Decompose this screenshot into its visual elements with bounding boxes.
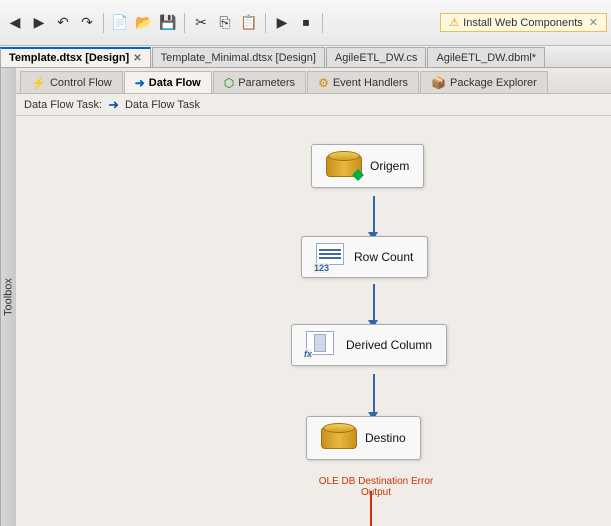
undo-button[interactable]: ↶ (52, 12, 74, 34)
tab-event-handlers[interactable]: ⚙ Event Handlers (307, 71, 419, 93)
design-area: ⚡ Control Flow ➜ Data Flow ⬡ Parameters … (16, 68, 611, 526)
tab-label: Event Handlers (333, 77, 408, 89)
toolbox-label: Toolbox (3, 278, 15, 316)
install-webcomponents-banner[interactable]: ⚠ Install Web Components ✕ (440, 13, 607, 32)
design-tab-bar: ⚡ Control Flow ➜ Data Flow ⬡ Parameters … (16, 68, 611, 94)
node-destino[interactable]: Destino (306, 416, 421, 460)
control-flow-icon: ⚡ (31, 76, 46, 90)
rowcount-label: Row Count (354, 250, 413, 264)
file-tab-bar: Template.dtsx [Design] ✕ Template_Minima… (0, 46, 611, 68)
sep1 (103, 13, 104, 33)
rowcount-icon: 123 (316, 243, 346, 271)
forward-button[interactable]: ▶ (28, 12, 50, 34)
tab-package-explorer[interactable]: 📦 Package Explorer (420, 71, 548, 93)
origem-box[interactable]: Origem (311, 144, 424, 188)
file-tab-agile-cs[interactable]: AgileETL_DW.cs (326, 47, 427, 67)
file-tab-label: Template_Minimal.dtsx [Design] (161, 52, 316, 64)
destino-box[interactable]: Destino (306, 416, 421, 460)
breadcrumb-prefix: Data Flow Task: (24, 99, 102, 111)
tab-label: Data Flow (149, 77, 201, 89)
close-icon[interactable]: ✕ (589, 16, 598, 29)
package-explorer-icon: 📦 (431, 76, 446, 90)
close-icon[interactable]: ✕ (133, 53, 141, 64)
sep3 (265, 13, 266, 33)
derived-box[interactable]: fx Derived Column (291, 324, 447, 366)
node-origem[interactable]: Origem (311, 144, 424, 188)
node-derived-column[interactable]: fx Derived Column (291, 324, 447, 366)
file-tab-agile-dbml[interactable]: AgileETL_DW.dbml* (427, 47, 545, 67)
file-tab-template-minimal[interactable]: Template_Minimal.dtsx [Design] (152, 47, 325, 67)
arrow-destino-errorcount (356, 491, 386, 526)
dataflow-task-icon: ➜ (108, 97, 119, 113)
arrow-origem-rowcount (373, 196, 375, 234)
tab-parameters[interactable]: ⬡ Parameters (213, 71, 306, 93)
toolbar: ◀ ▶ ↶ ↷ 📄 📂 💾 ✂ ⎘ 📋 ▶ ⏹ ⚠ Install Web Co… (0, 0, 611, 46)
file-tab-label: AgileETL_DW.dbml* (436, 52, 536, 64)
event-handlers-icon: ⚙ (318, 76, 329, 90)
derived-column-icon: fx (306, 331, 338, 359)
save-button[interactable]: 💾 (157, 12, 179, 34)
redo-button[interactable]: ↷ (76, 12, 98, 34)
arrow-derived-destino (373, 374, 375, 414)
node-rowcount[interactable]: 123 Row Count (301, 236, 428, 278)
run-button[interactable]: ▶ (271, 12, 293, 34)
tab-data-flow[interactable]: ➜ Data Flow (124, 71, 212, 93)
design-canvas[interactable]: Origem 123 Row Count (16, 116, 611, 526)
sep2 (184, 13, 185, 33)
breadcrumb-bar: Data Flow Task: ➜ Data Flow Task (16, 94, 611, 116)
origem-cylinder-icon (326, 151, 362, 181)
main-layout: Toolbox ⚡ Control Flow ➜ Data Flow ⬡ Par… (0, 68, 611, 526)
file-tab-label: AgileETL_DW.cs (335, 52, 418, 64)
stop-button[interactable]: ⏹ (295, 12, 317, 34)
install-webcomp-label: Install Web Components (463, 17, 583, 29)
file-tab-template-dtsx[interactable]: Template.dtsx [Design] ✕ (0, 47, 151, 67)
tab-label: Package Explorer (450, 77, 537, 89)
paste-button[interactable]: 📋 (238, 12, 260, 34)
tab-label: Control Flow (50, 77, 112, 89)
cut-button[interactable]: ✂ (190, 12, 212, 34)
data-flow-icon: ➜ (135, 76, 145, 90)
back-button[interactable]: ◀ (4, 12, 26, 34)
origem-label: Origem (370, 159, 409, 173)
file-tab-label: Template.dtsx [Design] (9, 52, 129, 64)
destino-cylinder-icon (321, 423, 357, 453)
destino-label: Destino (365, 431, 406, 445)
copy-button[interactable]: ⎘ (214, 12, 236, 34)
warning-icon: ⚠ (449, 16, 459, 29)
arrow-rowcount-derived (373, 284, 375, 322)
new-button[interactable]: 📄 (109, 12, 131, 34)
toolbox-sidebar[interactable]: Toolbox (0, 68, 16, 526)
tab-label: Parameters (238, 77, 295, 89)
breadcrumb-value: Data Flow Task (125, 99, 200, 111)
parameters-icon: ⬡ (224, 76, 234, 90)
derived-column-label: Derived Column (346, 338, 432, 352)
sep4 (322, 13, 323, 33)
rowcount-box[interactable]: 123 Row Count (301, 236, 428, 278)
open-button[interactable]: 📂 (133, 12, 155, 34)
tab-control-flow[interactable]: ⚡ Control Flow (20, 71, 123, 93)
